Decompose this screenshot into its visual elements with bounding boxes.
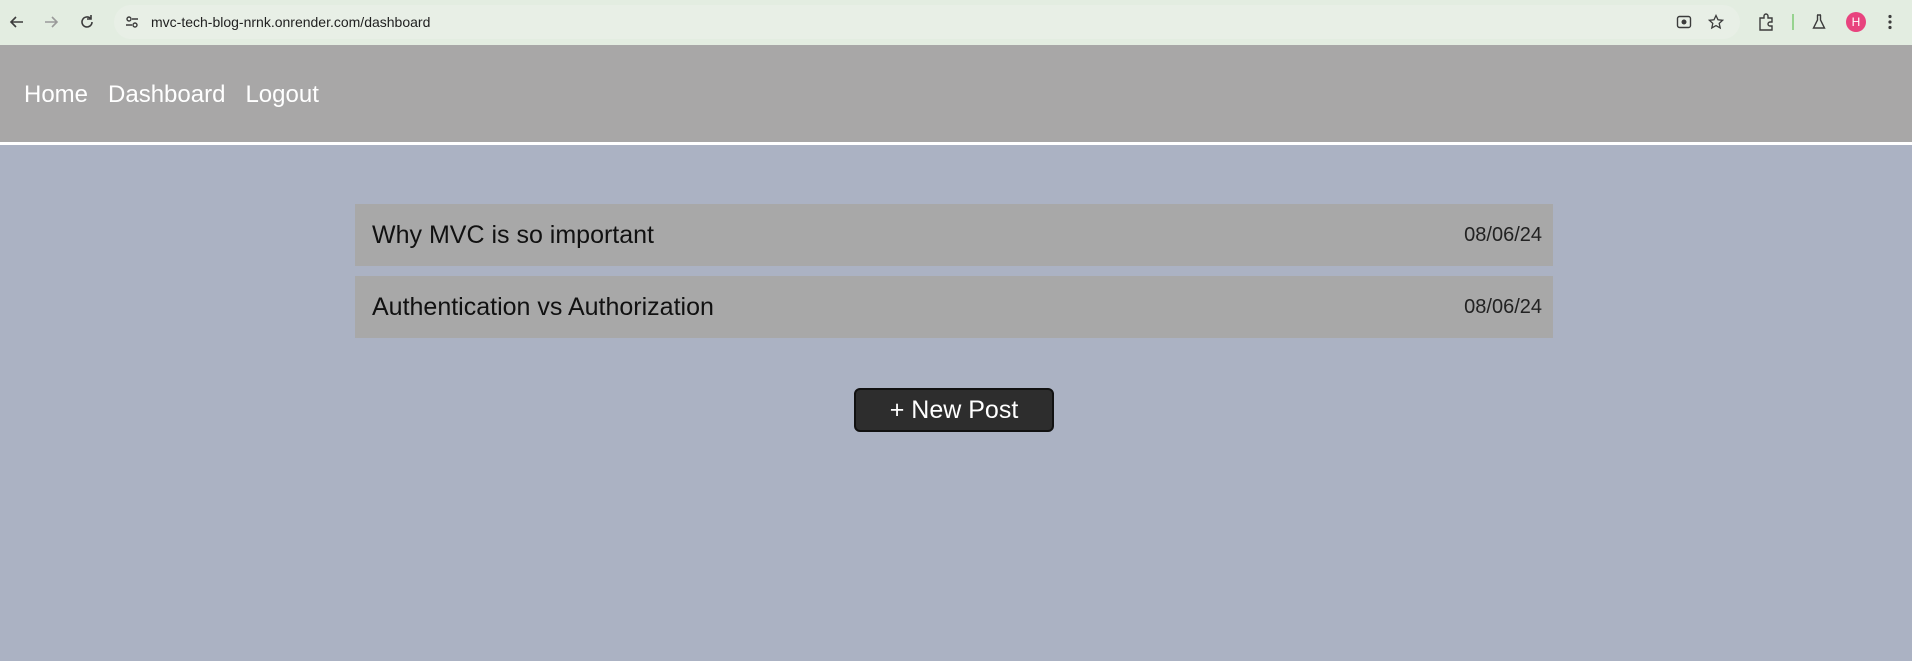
site-settings-icon[interactable] — [124, 14, 140, 30]
new-post-button[interactable]: + New Post — [854, 388, 1054, 432]
profile-avatar[interactable]: H — [1846, 12, 1866, 32]
url-text[interactable]: mvc-tech-blog-nrnk.onrender.com/dashboar… — [151, 14, 430, 30]
lens-icon[interactable] — [1676, 14, 1692, 30]
forward-arrow-icon[interactable] — [36, 7, 66, 37]
back-arrow-icon[interactable] — [2, 7, 32, 37]
nav-dashboard-link[interactable]: Dashboard — [108, 81, 225, 109]
post-item[interactable]: Why MVC is so important 08/06/24 — [355, 204, 1553, 266]
nav-home-link[interactable]: Home — [24, 81, 88, 109]
more-menu-icon[interactable] — [1880, 12, 1900, 32]
extensions-icon[interactable] — [1756, 12, 1776, 32]
post-date: 08/06/24 — [1464, 223, 1542, 246]
address-bar[interactable]: mvc-tech-blog-nrnk.onrender.com/dashboar… — [114, 5, 1740, 39]
main-nav: Home Dashboard Logout — [24, 81, 319, 109]
bookmark-star-icon[interactable] — [1707, 13, 1725, 30]
post-title[interactable]: Authentication vs Authorization — [372, 293, 714, 322]
post-item[interactable]: Authentication vs Authorization 08/06/24 — [355, 276, 1553, 338]
post-title[interactable]: Why MVC is so important — [372, 221, 654, 250]
post-list: Why MVC is so important 08/06/24 Authent… — [355, 204, 1553, 348]
browser-toolbar: mvc-tech-blog-nrnk.onrender.com/dashboar… — [0, 0, 1912, 45]
reload-icon[interactable] — [72, 7, 102, 37]
toolbar-divider — [1792, 14, 1794, 30]
labs-flask-icon[interactable] — [1809, 12, 1829, 32]
nav-logout-link[interactable]: Logout — [245, 81, 318, 109]
site-header: Home Dashboard Logout — [0, 45, 1912, 145]
post-date: 08/06/24 — [1464, 295, 1542, 318]
